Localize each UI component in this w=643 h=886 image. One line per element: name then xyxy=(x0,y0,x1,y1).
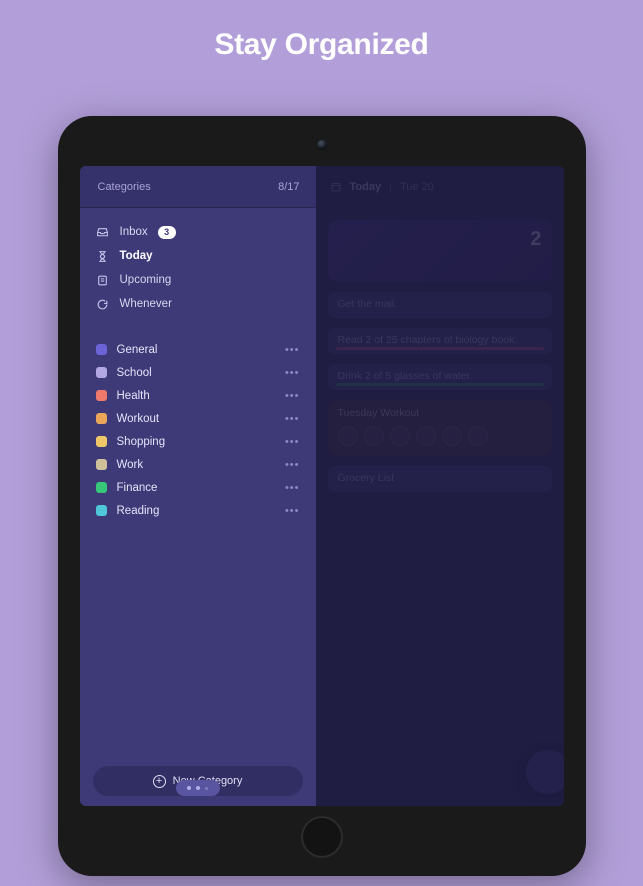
pager-dot xyxy=(187,786,191,790)
category-color-swatch xyxy=(96,390,107,401)
sidebar: Categories 8/17 Inbox 3 Today xyxy=(80,166,316,806)
exercise-icon xyxy=(468,426,488,446)
workout-card[interactable]: Tuesday Workout xyxy=(328,400,552,456)
sidebar-header: Categories 8/17 xyxy=(80,166,316,208)
hero-count: 2 xyxy=(530,228,541,251)
category-color-swatch xyxy=(96,413,107,424)
main-header: Today | Tue 20 xyxy=(328,166,552,208)
exercise-icon xyxy=(364,426,384,446)
category-color-swatch xyxy=(96,505,107,516)
category-more-button[interactable]: ••• xyxy=(285,459,304,471)
task-label: Read 2 of 25 chapters of biology book. xyxy=(338,334,518,346)
exercise-icon xyxy=(338,426,358,446)
main-sep: | xyxy=(389,181,392,193)
task-card[interactable]: Read 2 of 25 chapters of biology book. xyxy=(328,328,552,354)
workout-icons xyxy=(338,426,542,446)
category-label: Reading xyxy=(117,505,275,517)
category-item[interactable]: Finance ••• xyxy=(96,476,304,499)
category-item[interactable]: Workout ••• xyxy=(96,407,304,430)
main-title: Today xyxy=(350,181,382,193)
exercise-icon xyxy=(442,426,462,446)
category-label: Shopping xyxy=(117,436,275,448)
category-label: Health xyxy=(117,390,275,402)
category-item[interactable]: Work ••• xyxy=(96,453,304,476)
inbox-icon xyxy=(96,225,110,239)
nav-item-whenever[interactable]: Whenever xyxy=(96,292,304,316)
progress-bar xyxy=(336,347,544,350)
category-more-button[interactable]: ••• xyxy=(285,505,304,517)
sidebar-date: 8/17 xyxy=(278,181,299,193)
hero-card[interactable]: 2 xyxy=(328,220,552,282)
note-icon xyxy=(96,273,110,287)
sidebar-body: Inbox 3 Today Upcoming xyxy=(80,208,316,752)
pager-indicator[interactable] xyxy=(176,780,220,796)
category-item[interactable]: Shopping ••• xyxy=(96,430,304,453)
progress-bar xyxy=(336,383,544,386)
pager-dot xyxy=(196,786,200,790)
category-more-button[interactable]: ••• xyxy=(285,390,304,402)
refresh-icon xyxy=(96,297,110,311)
main-panel: Today | Tue 20 2 Get the mail. Read 2 of… xyxy=(316,166,564,806)
task-card[interactable]: Drink 2 of 5 glasses of water. xyxy=(328,364,552,390)
category-label: Finance xyxy=(117,482,275,494)
plus-circle-icon: + xyxy=(153,775,166,788)
category-item[interactable]: General ••• xyxy=(96,338,304,361)
category-label: Work xyxy=(117,459,275,471)
task-card[interactable]: Get the mail. xyxy=(328,292,552,318)
category-more-button[interactable]: ••• xyxy=(285,367,304,379)
nav-item-upcoming[interactable]: Upcoming xyxy=(96,268,304,292)
category-label: Workout xyxy=(117,413,275,425)
task-label: Grocery List xyxy=(338,472,395,484)
main-subtitle: Tue 20 xyxy=(400,181,434,193)
task-label: Get the mail. xyxy=(338,298,398,310)
hourglass-icon xyxy=(96,249,110,263)
category-item[interactable]: School ••• xyxy=(96,361,304,384)
category-item[interactable]: Health ••• xyxy=(96,384,304,407)
calendar-icon xyxy=(330,181,342,193)
sidebar-title: Categories xyxy=(98,181,151,193)
category-color-swatch xyxy=(96,482,107,493)
task-card[interactable]: Grocery List xyxy=(328,466,552,492)
nav-label: Today xyxy=(120,250,153,262)
workout-title: Tuesday Workout xyxy=(338,407,420,419)
device-camera xyxy=(317,140,327,150)
category-more-button[interactable]: ••• xyxy=(285,344,304,356)
nav-label: Upcoming xyxy=(120,274,172,286)
category-color-swatch xyxy=(96,459,107,470)
nav-label: Inbox xyxy=(120,226,148,238)
task-label: Drink 2 of 5 glasses of water. xyxy=(338,370,473,382)
category-label: School xyxy=(117,367,275,379)
nav-label: Whenever xyxy=(120,298,172,310)
tablet-frame: Categories 8/17 Inbox 3 Today xyxy=(58,116,586,876)
add-task-fab[interactable] xyxy=(526,750,564,794)
category-more-button[interactable]: ••• xyxy=(285,413,304,425)
marketing-headline: Stay Organized xyxy=(0,28,643,62)
category-color-swatch xyxy=(96,367,107,378)
category-color-swatch xyxy=(96,344,107,355)
nav-item-inbox[interactable]: Inbox 3 xyxy=(96,220,304,244)
device-home-button[interactable] xyxy=(301,816,343,858)
inbox-badge: 3 xyxy=(158,226,176,239)
pager-dot xyxy=(205,787,208,790)
app-screen: Categories 8/17 Inbox 3 Today xyxy=(80,166,564,806)
category-list: General•••School•••Health•••Workout•••Sh… xyxy=(96,338,304,522)
nav-item-today[interactable]: Today xyxy=(96,244,304,268)
category-item[interactable]: Reading ••• xyxy=(96,499,304,522)
exercise-icon xyxy=(416,426,436,446)
category-more-button[interactable]: ••• xyxy=(285,436,304,448)
category-color-swatch xyxy=(96,436,107,447)
category-label: General xyxy=(117,344,275,356)
category-more-button[interactable]: ••• xyxy=(285,482,304,494)
exercise-icon xyxy=(390,426,410,446)
